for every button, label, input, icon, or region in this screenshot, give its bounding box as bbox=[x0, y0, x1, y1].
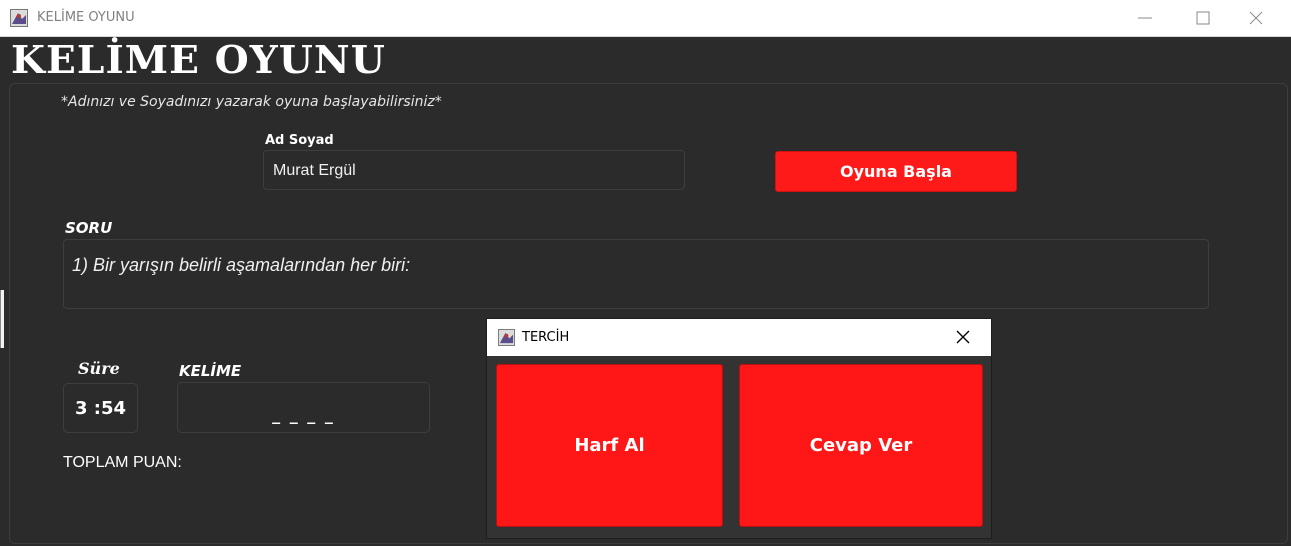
name-label: Ad Soyad bbox=[265, 133, 334, 148]
question-text: 1) Bir yarışın belirli aşamalarından her… bbox=[72, 255, 411, 275]
word-label: KELİME bbox=[179, 362, 242, 380]
window-title: KELİME OYUNU bbox=[37, 10, 135, 25]
question-label: SORU bbox=[65, 219, 113, 237]
dialog-titlebar: TERCİH bbox=[487, 319, 991, 356]
dialog-title: TERCİH bbox=[522, 330, 570, 345]
timer-display: 3 :54 bbox=[63, 383, 138, 433]
window-edge-line bbox=[0, 290, 1, 348]
answer-button[interactable]: Cevap Ver bbox=[739, 364, 983, 527]
choice-dialog: TERCİH Harf Al Cevap Ver bbox=[487, 319, 991, 538]
total-score-label: TOPLAM PUAN: bbox=[63, 454, 182, 471]
timer-label: Süre bbox=[78, 359, 120, 378]
app-game-icon bbox=[10, 9, 28, 27]
app-game-icon bbox=[498, 329, 515, 346]
close-icon[interactable] bbox=[1230, 0, 1282, 36]
close-icon[interactable] bbox=[953, 327, 973, 347]
maximize-icon[interactable] bbox=[1177, 0, 1229, 36]
minimize-icon[interactable] bbox=[1119, 0, 1171, 36]
game-heading: KELİME OYUNU bbox=[11, 37, 386, 82]
name-input[interactable]: Murat Ergül bbox=[263, 150, 685, 190]
start-game-button[interactable]: Oyuna Başla bbox=[775, 151, 1017, 192]
window-titlebar: KELİME OYUNU bbox=[0, 0, 1291, 37]
start-hint: *Adınızı ve Soyadınızı yazarak oyuna baş… bbox=[61, 94, 442, 110]
word-display: _ _ _ _ bbox=[177, 382, 430, 433]
take-letter-button[interactable]: Harf Al bbox=[496, 364, 723, 527]
